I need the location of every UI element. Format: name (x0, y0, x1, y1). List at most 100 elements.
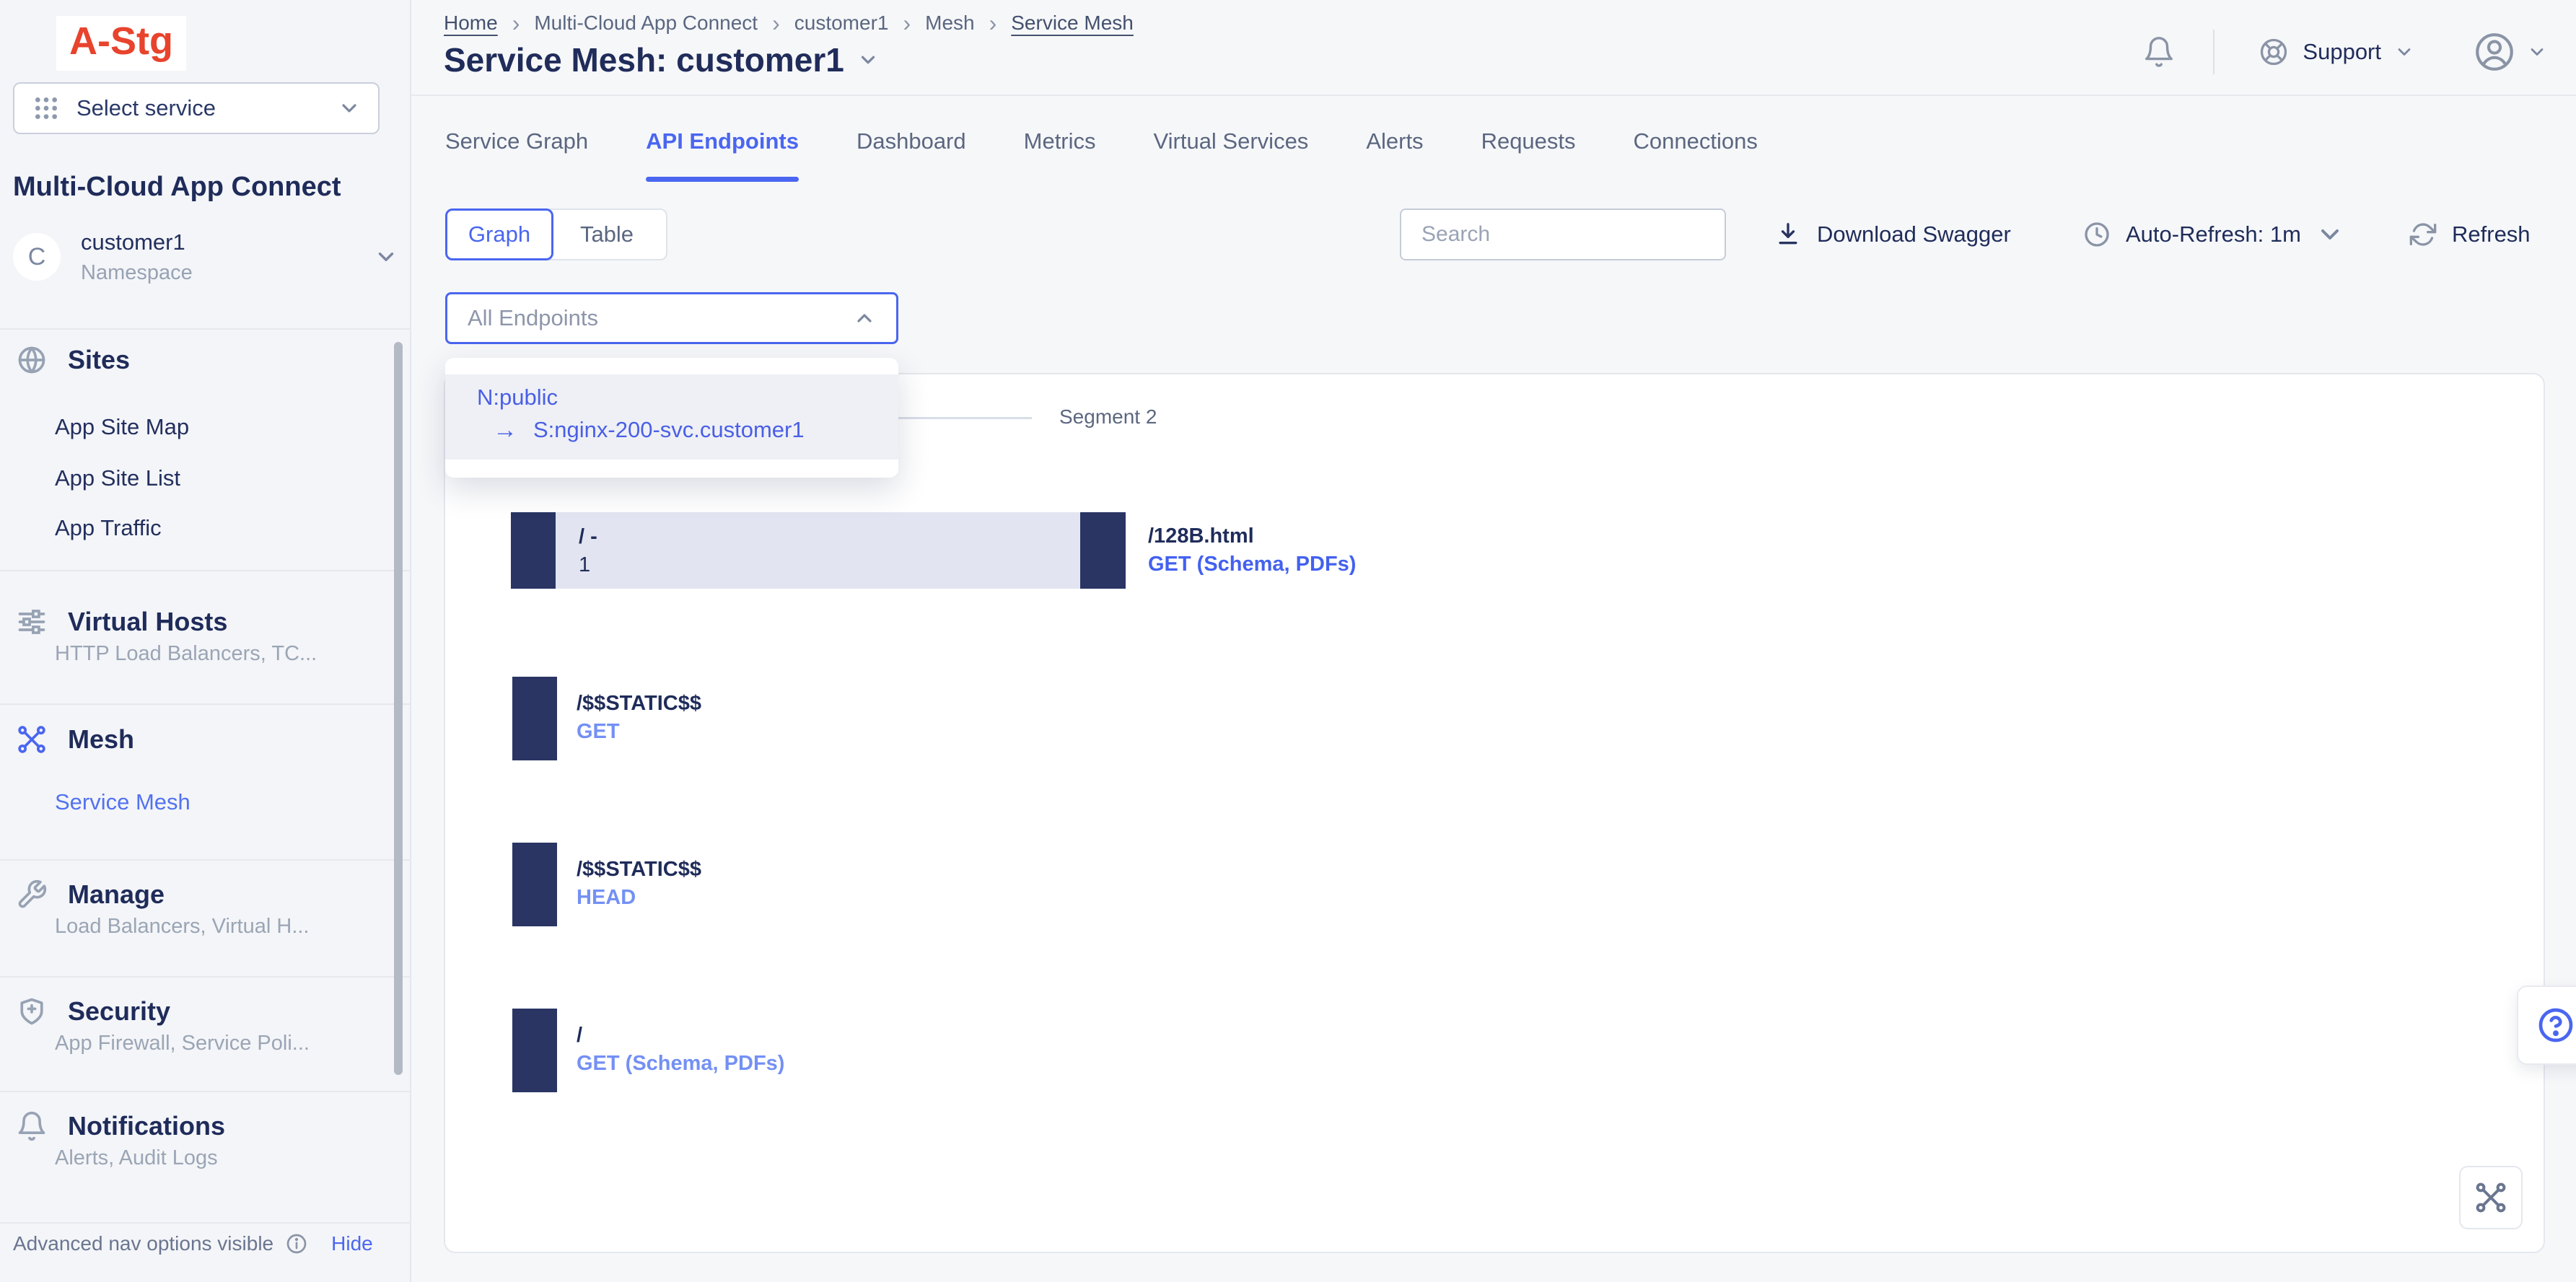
breadcrumb-product[interactable]: Multi-Cloud App Connect (534, 12, 758, 35)
info-icon (285, 1232, 308, 1255)
endpoint-option-namespace: N:public (477, 382, 898, 413)
view-tabs: Service Graph API Endpoints Dashboard Me… (445, 128, 1758, 182)
segment-legend-label: Segment 2 (1059, 405, 1157, 429)
arrow-right-icon: → (493, 413, 517, 447)
sidebar-item-sites[interactable]: Sites (16, 344, 130, 376)
chevron-down-icon (2527, 42, 2547, 62)
sidebar-item-app-traffic[interactable]: App Traffic (55, 515, 162, 541)
shield-icon (16, 996, 48, 1027)
endpoint-option[interactable]: N:public → S:nginx-200-svc.customer1 (445, 374, 898, 460)
mesh-icon (2474, 1180, 2508, 1215)
sidebar-section-subtitle: HTTP Load Balancers, TC... (55, 642, 317, 666)
brand-logo[interactable]: A-Stg (56, 16, 186, 71)
graph-node[interactable] (512, 1009, 557, 1092)
tab-requests[interactable]: Requests (1481, 128, 1576, 182)
sidebar-item-app-site-list[interactable]: App Site List (55, 465, 180, 491)
divider (0, 570, 411, 571)
breadcrumb-home[interactable]: Home (444, 12, 498, 35)
auto-refresh-control[interactable]: Auto-Refresh: 1m (2082, 208, 2344, 260)
sidebar-item-app-site-map[interactable]: App Site Map (55, 414, 189, 440)
sidebar-item-security[interactable]: Security (16, 996, 170, 1027)
question-circle-icon (2536, 1005, 2576, 1045)
endpoint-option-service: S:nginx-200-svc.customer1 (533, 413, 805, 447)
graph-view-button[interactable]: Graph (445, 208, 553, 260)
graph-node[interactable] (512, 843, 557, 926)
band-count-label: 1 (579, 551, 1080, 579)
band-path-label: / - (579, 523, 1080, 551)
tab-dashboard[interactable]: Dashboard (857, 128, 966, 182)
product-title: Multi-Cloud App Connect (13, 172, 341, 203)
tab-connections[interactable]: Connections (1634, 128, 1758, 182)
sidebar-section-subtitle: Alerts, Audit Logs (55, 1146, 218, 1170)
endpoint-filter-select[interactable]: All Endpoints (445, 292, 898, 344)
sidebar-section-subtitle: Load Balancers, Virtual H... (55, 915, 310, 939)
select-service-label: Select service (76, 95, 216, 121)
endpoint-path-label: / (577, 1022, 784, 1050)
tab-metrics[interactable]: Metrics (1024, 128, 1096, 182)
search-input[interactable] (1400, 208, 1726, 260)
namespace-selector[interactable]: C customer1 Namespace (13, 224, 398, 290)
graph-node[interactable] (511, 512, 556, 589)
divider (0, 328, 411, 330)
sidebar-item-manage[interactable]: Manage (16, 879, 165, 910)
tab-alerts[interactable]: Alerts (1366, 128, 1423, 182)
sidebar-section-title: Manage (68, 879, 165, 910)
graph-table-toggle: Graph Table (445, 208, 667, 260)
endpoint-method-link[interactable]: GET (577, 718, 701, 746)
divider (0, 1222, 411, 1224)
sidebar-section-subtitle: App Firewall, Service Poli... (55, 1032, 310, 1055)
api-endpoints-graph-card: Segment 2 / - 1 /128B.html GET (Schema, … (444, 373, 2545, 1253)
chevron-down-icon (374, 245, 398, 269)
breadcrumb-namespace[interactable]: customer1 (794, 12, 889, 35)
breadcrumb-service-mesh[interactable]: Service Mesh (1011, 12, 1134, 35)
chevron-down-icon[interactable] (857, 49, 879, 71)
mesh-icon (16, 724, 48, 755)
refresh-label: Refresh (2452, 221, 2531, 247)
hide-advanced-nav-link[interactable]: Hide (331, 1232, 373, 1255)
download-swagger-button[interactable]: Download Swagger (1774, 208, 2011, 260)
endpoint-method-link[interactable]: GET (Schema, PDFs) (577, 1050, 784, 1078)
lifebuoy-icon (2258, 36, 2290, 68)
endpoint-method-link[interactable]: HEAD (577, 884, 701, 912)
help-button[interactable] (2517, 985, 2576, 1065)
sidebar-section-title: Mesh (68, 724, 134, 755)
refresh-button[interactable]: Refresh (2409, 208, 2531, 260)
graph-link-band[interactable]: / - 1 (556, 512, 1080, 589)
endpoint-method-link[interactable]: GET (Schema, PDFs) (1148, 550, 1356, 579)
divider (0, 976, 411, 978)
refresh-icon (2409, 220, 2437, 249)
chevron-down-icon (2316, 220, 2344, 249)
divider (0, 1091, 411, 1092)
download-icon (1774, 220, 1802, 249)
grid-icon (32, 94, 61, 123)
account-menu[interactable] (2472, 30, 2547, 74)
sidebar-item-notifications[interactable]: Notifications (16, 1110, 225, 1142)
auto-refresh-label: Auto-Refresh: 1m (2126, 221, 2301, 247)
graph-node[interactable] (1080, 512, 1126, 589)
table-view-button[interactable]: Table (548, 208, 667, 260)
tab-virtual-services[interactable]: Virtual Services (1154, 128, 1309, 182)
sidebar-scrollbar[interactable] (394, 342, 403, 1075)
wrench-icon (16, 879, 48, 910)
graph-node[interactable] (512, 677, 557, 760)
divider (0, 703, 411, 705)
select-service-dropdown[interactable]: Select service (13, 82, 380, 134)
endpoint-path-label: /128B.html (1148, 522, 1356, 550)
support-menu[interactable]: Support (2258, 36, 2414, 68)
bell-icon (16, 1110, 48, 1142)
notifications-bell-icon[interactable] (2142, 35, 2176, 69)
sidebar-item-service-mesh[interactable]: Service Mesh (55, 789, 190, 815)
tab-service-graph[interactable]: Service Graph (445, 128, 588, 182)
sidebar-item-virtual-hosts[interactable]: Virtual Hosts (16, 606, 227, 638)
endpoint-filter-dropdown: N:public → S:nginx-200-svc.customer1 (445, 358, 898, 478)
graph-expand-button[interactable] (2459, 1166, 2523, 1229)
breadcrumb-mesh[interactable]: Mesh (925, 12, 974, 35)
tab-api-endpoints[interactable]: API Endpoints (646, 128, 799, 182)
header-divider (411, 95, 2576, 96)
load-balancer-icon (16, 606, 48, 638)
globe-icon (16, 344, 48, 376)
namespace-name: customer1 (81, 229, 193, 255)
page-title: Service Mesh: customer1 (444, 40, 844, 79)
sidebar-section-title: Notifications (68, 1111, 225, 1141)
sidebar-item-mesh[interactable]: Mesh (16, 724, 134, 755)
